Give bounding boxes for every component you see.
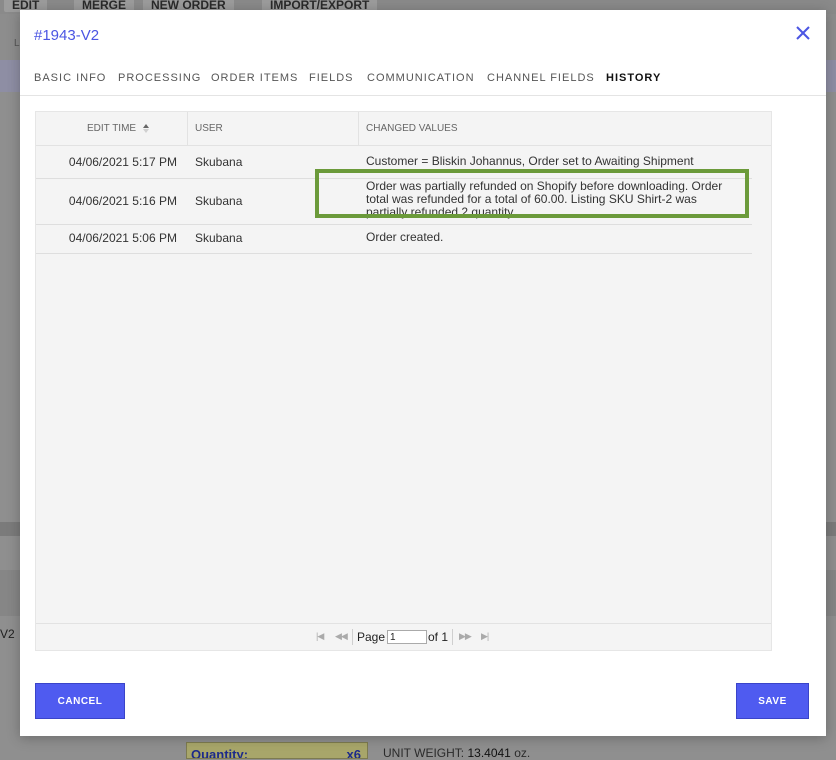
column-edit-time-label: EDIT TIME [87,123,137,134]
page-count-label: of 1 [428,630,449,644]
row-edit-time: 04/06/2021 5:17 PM [68,155,177,169]
column-changed-values[interactable]: CHANGED VALUES [359,112,771,145]
pager-separator [352,629,353,645]
row-changed-values: Customer = Bliskin Johannus, Order set t… [366,154,694,168]
tab-history[interactable]: HISTORY [606,72,661,84]
grid-header: EDIT TIME USER CHANGED VALUES [36,112,771,146]
background-quantity: Quantity: x6 [186,742,368,759]
column-user[interactable]: USER [188,112,359,145]
row-changed-values: Order was partially refunded on Shopify … [366,180,723,219]
close-button[interactable] [794,24,812,42]
row-changed-values: Order created. [366,230,444,244]
modal-title: #1943-V2 [34,27,100,44]
sort-icon [142,123,149,133]
history-grid: EDIT TIME USER CHANGED VALUES 04/06/2021… [35,111,772,651]
order-modal: #1943-V2 BASIC INFO PROCESSING ORDER ITE… [20,10,826,736]
next-page-icon[interactable]: ▶▶ [459,631,472,642]
tab-fields[interactable]: FIELDS [309,72,354,84]
table-row[interactable]: 04/06/2021 5:06 PM Skubana Order created… [36,225,752,254]
tab-communication[interactable]: COMMUNICATION [367,72,475,84]
background-unit-weight: UNIT WEIGHT: 13.4041 oz. [383,746,530,760]
row-edit-time: 04/06/2021 5:06 PM [68,231,177,245]
column-user-label: USER [195,123,223,134]
close-icon [796,26,810,40]
column-edit-time[interactable]: EDIT TIME [36,112,188,145]
cancel-button[interactable]: CANCEL [35,683,125,719]
pager-separator [452,629,453,645]
table-row[interactable]: 04/06/2021 5:17 PM Skubana Customer = Bl… [36,146,752,179]
column-changed-values-label: CHANGED VALUES [366,123,458,134]
unit-weight-label: UNIT WEIGHT: [383,746,465,760]
tab-basic-info[interactable]: BASIC INFO [34,72,106,84]
tab-channel-fields[interactable]: CHANNEL FIELDS [487,72,595,84]
table-row[interactable]: 04/06/2021 5:16 PM Skubana Order was par… [36,179,752,225]
last-page-icon[interactable]: ▶| [481,631,489,642]
first-page-icon[interactable]: |◀ [316,631,324,642]
row-user: Skubana [195,194,243,208]
tab-bar: BASIC INFO PROCESSING ORDER ITEMS FIELDS… [20,62,826,96]
quantity-label: Quantity: [191,747,249,759]
page-label: Page [357,630,386,644]
row-edit-time: 04/06/2021 5:16 PM [68,194,177,208]
previous-page-icon[interactable]: ◀◀ [335,631,348,642]
tab-order-items[interactable]: ORDER ITEMS [211,72,298,84]
row-user: Skubana [195,155,243,169]
row-user: Skubana [195,231,243,245]
background-order-fragment: V2 [0,627,15,641]
page-input[interactable] [387,630,427,644]
save-button[interactable]: SAVE [736,683,809,719]
unit-weight-value: 13.4041 [467,746,511,760]
tab-processing[interactable]: PROCESSING [118,72,201,84]
quantity-value: x6 [346,747,361,759]
unit-weight-unit: oz. [514,746,531,760]
pagination: |◀ ◀◀ Page of 1 ▶▶ ▶| [36,623,771,651]
background-toolbar-letter: L [14,38,20,49]
